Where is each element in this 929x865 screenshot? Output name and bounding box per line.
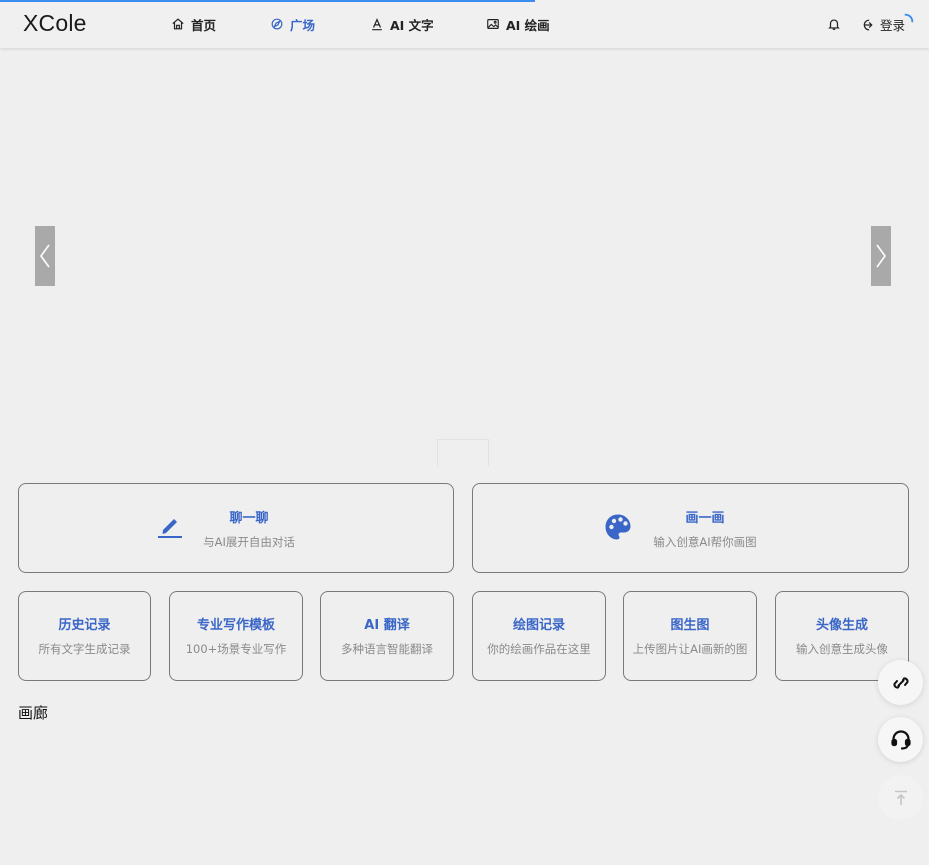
chevron-right-icon xyxy=(876,244,886,268)
home-icon xyxy=(172,18,184,30)
carousel-prev-button[interactable] xyxy=(35,226,55,286)
nav-label: 首页 xyxy=(191,17,217,33)
nav-item-square[interactable]: 广场 xyxy=(270,15,315,33)
loading-progress-bar xyxy=(0,0,535,2)
nav-item-ai-text[interactable]: AI 文字 xyxy=(370,15,434,33)
tool-card-history[interactable]: 历史记录 所有文字生成记录 xyxy=(18,591,151,681)
top-header: XCole 首页 广场 AI 文字 AI 绘画 登录 xyxy=(0,0,929,48)
nav-label: AI 绘画 xyxy=(506,17,550,33)
carousel-indicator[interactable] xyxy=(437,439,489,466)
square-icon xyxy=(271,18,283,30)
nav-item-home[interactable]: 首页 xyxy=(171,15,216,33)
bell-icon[interactable] xyxy=(827,17,841,31)
tool-desc: 上传图片让AI画新的图 xyxy=(632,642,748,656)
tool-card-translate[interactable]: AI 翻译 多种语言智能翻译 xyxy=(320,591,454,681)
tool-title: 图生图 xyxy=(670,618,710,633)
tool-title: 历史记录 xyxy=(58,618,111,633)
feature-title: 聊一聊 xyxy=(229,511,269,526)
headset-icon xyxy=(890,729,911,750)
tool-title: AI 翻译 xyxy=(364,618,410,633)
tool-desc: 输入创意生成头像 xyxy=(796,642,888,656)
tool-card-image-to-image[interactable]: 图生图 上传图片让AI画新的图 xyxy=(623,591,757,681)
image-icon xyxy=(487,19,499,29)
back-to-top-icon xyxy=(894,790,907,805)
gallery-heading: 画廊 xyxy=(18,704,49,722)
tool-title: 绘图记录 xyxy=(512,618,565,633)
feature-title: 画一画 xyxy=(685,511,725,526)
back-to-top-button[interactable] xyxy=(878,775,923,820)
nav-label: AI 文字 xyxy=(390,17,434,33)
support-button[interactable] xyxy=(878,717,923,762)
link-icon xyxy=(892,676,909,689)
nav-item-ai-paint[interactable]: AI 绘画 xyxy=(486,15,550,33)
feature-card-chat[interactable]: 聊一聊 与AI展开自由对话 xyxy=(18,483,454,573)
tool-desc: 100+场景专业写作 xyxy=(185,642,287,656)
tool-title: 专业写作模板 xyxy=(196,618,275,633)
palette-icon xyxy=(605,514,631,540)
loading-spinner-icon xyxy=(904,13,914,23)
tool-desc: 多种语言智能翻译 xyxy=(341,642,433,656)
nav-label: 广场 xyxy=(290,17,316,33)
tool-title: 头像生成 xyxy=(815,618,868,633)
feature-desc: 与AI展开自由对话 xyxy=(203,535,295,549)
link-button[interactable] xyxy=(878,660,923,705)
banner-carousel xyxy=(0,48,929,466)
chevron-left-icon xyxy=(40,244,50,268)
feature-card-paint[interactable]: 画一画 输入创意AI帮你画图 xyxy=(472,483,909,573)
tool-card-drawing-history[interactable]: 绘图记录 你的绘画作品在这里 xyxy=(472,591,606,681)
login-icon xyxy=(863,19,873,30)
text-icon xyxy=(372,18,382,31)
carousel-next-button[interactable] xyxy=(871,226,891,286)
feature-desc: 输入创意AI帮你画图 xyxy=(653,535,757,549)
tool-desc: 你的绘画作品在这里 xyxy=(487,642,591,656)
logo[interactable]: XCole xyxy=(23,10,87,37)
tool-card-writing-templates[interactable]: 专业写作模板 100+场景专业写作 xyxy=(169,591,303,681)
tool-desc: 所有文字生成记录 xyxy=(38,642,131,656)
